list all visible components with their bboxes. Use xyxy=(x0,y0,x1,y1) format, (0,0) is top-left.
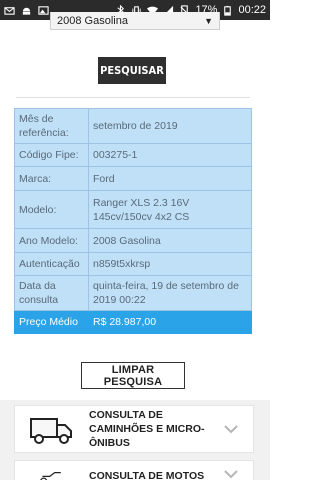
motorcycle-icon xyxy=(40,472,61,480)
row-label: Marca: xyxy=(14,166,89,191)
row-value: n859t5xkrsp xyxy=(88,252,252,276)
row-value: setembro de 2019 xyxy=(88,108,252,144)
price-row: Preço Médio R$ 28.987,00 xyxy=(14,310,252,334)
row-label: Data da consulta xyxy=(14,275,89,311)
table-row: Autenticação n859t5xkrsp xyxy=(14,252,252,276)
truck-bus-label: CONSULTA DE CAMINHÕES E MICRO-ÔNIBUS xyxy=(89,409,205,449)
row-label: Autenticação xyxy=(14,252,89,276)
chevron-down-icon xyxy=(224,425,238,434)
row-label: Modelo: xyxy=(14,190,89,229)
price-value: R$ 28.987,00 xyxy=(88,310,252,334)
row-value: 003275-1 xyxy=(88,143,252,167)
divider xyxy=(16,97,250,98)
email-icon xyxy=(4,6,15,15)
vehicle-type-list: CONSULTA DE CAMINHÕES E MICRO-ÔNIBUS CON… xyxy=(0,400,270,480)
row-label: Preço Médio xyxy=(14,310,89,334)
table-row: Modelo: Ranger XLS 2.3 16V 145cv/150cv 4… xyxy=(14,190,252,229)
table-row: Marca: Ford xyxy=(14,166,252,191)
table-row: Código Fipe: 003275-1 xyxy=(14,143,252,167)
clear-search-button[interactable]: LIMPAR PESQUISA xyxy=(81,362,185,389)
search-button[interactable]: PESQUISAR xyxy=(98,57,166,84)
year-select-value: 2008 Gasolina xyxy=(57,14,128,27)
status-left xyxy=(4,5,49,16)
chevron-down-icon xyxy=(224,470,238,479)
results-table: Mês de referência: setembro de 2019 Códi… xyxy=(14,108,252,334)
clock: 00:22 xyxy=(238,4,266,16)
row-value: Ranger XLS 2.3 16V 145cv/150cv 4x2 CS xyxy=(88,190,252,229)
battery-icon xyxy=(224,5,232,16)
table-row: Data da consulta quinta-feira, 19 de set… xyxy=(14,275,252,311)
motorcycle-card[interactable]: CONSULTA DE MOTOS xyxy=(14,460,254,480)
table-row: Mês de referência: setembro de 2019 xyxy=(14,108,252,144)
row-label: Mês de referência: xyxy=(14,108,89,144)
image-icon xyxy=(38,5,49,15)
dropdown-arrow-icon: ▼ xyxy=(204,15,213,26)
truck-icon xyxy=(30,418,72,444)
android-icon xyxy=(22,7,31,15)
truck-bus-card[interactable]: CONSULTA DE CAMINHÕES E MICRO-ÔNIBUS xyxy=(14,405,254,453)
row-label: Código Fipe: xyxy=(14,143,89,167)
year-select[interactable]: 2008 Gasolina ▼ xyxy=(50,12,220,30)
motorcycle-label: CONSULTA DE MOTOS xyxy=(89,470,205,480)
row-value: quinta-feira, 19 de setembro de 2019 00:… xyxy=(88,275,252,311)
row-value: 2008 Gasolina xyxy=(88,228,252,253)
row-value: Ford xyxy=(88,166,252,191)
table-row: Ano Modelo: 2008 Gasolina xyxy=(14,228,252,253)
row-label: Ano Modelo: xyxy=(14,228,89,253)
